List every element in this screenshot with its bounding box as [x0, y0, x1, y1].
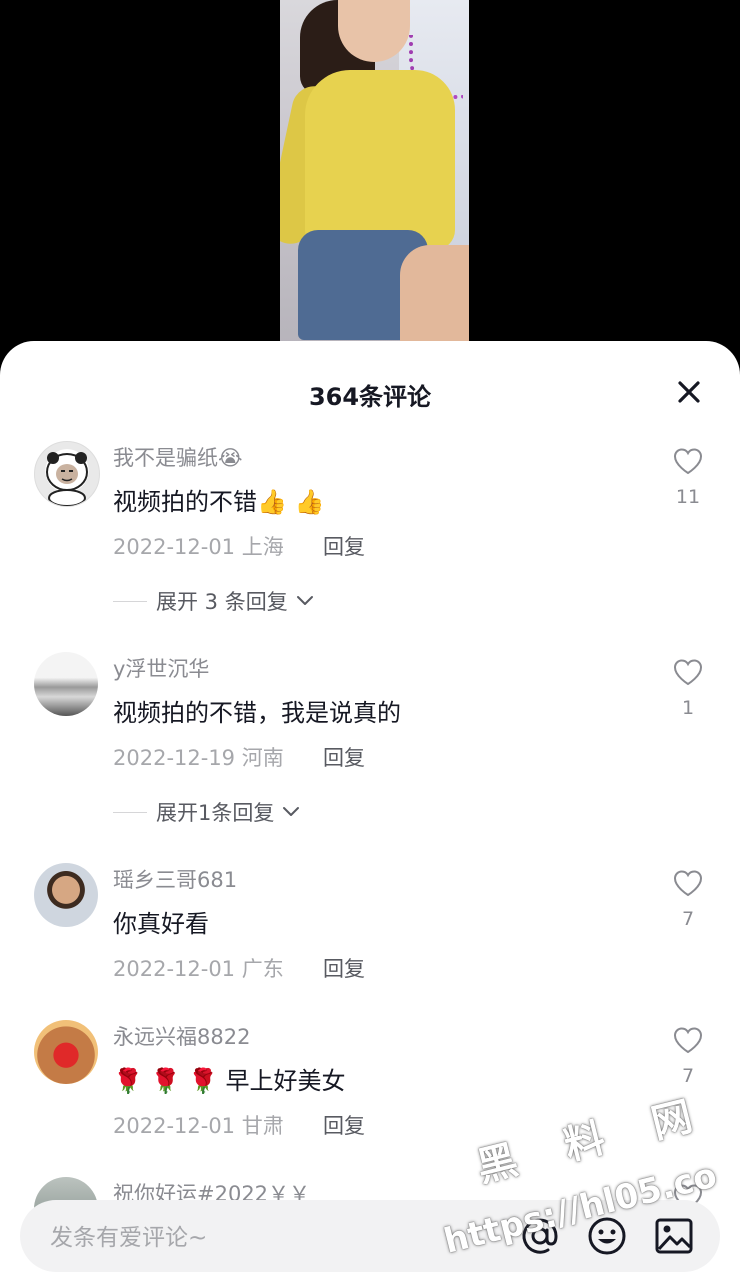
comment-date-location: 2022-12-01 上海 [113, 535, 284, 559]
comment-item: 永远兴福8822 🌹 🌹 🌹 早上好美女 2022-12-01 甘肃 回复 7 [0, 1015, 740, 1172]
like-button[interactable]: 11 [672, 446, 704, 508]
image-button[interactable] [654, 1216, 694, 1256]
comment-username[interactable]: 永远兴福8822 [113, 1021, 250, 1051]
comment-text: 视频拍的不错，我是说真的 [113, 699, 401, 727]
reply-button[interactable]: 回复 [323, 1110, 365, 1140]
expand-replies-label: 展开 3 条回复 [156, 590, 288, 614]
avatar[interactable] [34, 1020, 98, 1084]
expand-replies-button[interactable]: 展开 3 条回复 [113, 586, 314, 616]
video-figure-torso [305, 70, 455, 250]
like-count: 11 [675, 486, 701, 508]
comment-sheet-header: 364条评论 [0, 341, 740, 441]
comment-text-body: 早上好美女 [225, 1067, 346, 1095]
comment-username[interactable]: y浮世沉华 [113, 653, 209, 683]
heart-icon [673, 659, 703, 686]
comment-item: 我不是骗纸😭 视频拍的不错👍 👍 2022-12-01 上海 回复 展开 3 条… [0, 436, 740, 647]
avatar[interactable] [34, 863, 98, 927]
comment-count-title: 364条评论 [308, 383, 432, 411]
reply-button[interactable]: 回复 [323, 953, 365, 983]
comment-date-location: 2022-12-01 甘肃 [113, 1114, 284, 1138]
video-player[interactable] [280, 0, 469, 345]
comment-date-location: 2022-12-01 广东 [113, 957, 284, 981]
chevron-down-icon [296, 596, 313, 605]
heart-icon [673, 870, 703, 897]
expand-replies-button[interactable]: 展开1条回复 [113, 797, 300, 827]
emoji-icon [588, 1217, 626, 1255]
like-count: 1 [681, 697, 695, 719]
comment-item: y浮世沉华 视频拍的不错，我是说真的 2022-12-19 河南 回复 展开1条… [0, 647, 740, 858]
like-button[interactable]: 7 [672, 1025, 704, 1087]
comment-input[interactable] [48, 1220, 432, 1256]
image-icon [655, 1218, 693, 1254]
comment-list[interactable]: 我不是骗纸😭 视频拍的不错👍 👍 2022-12-01 上海 回复 展开 3 条… [0, 436, 740, 1280]
reply-button[interactable]: 回复 [323, 531, 365, 561]
like-count: 7 [681, 908, 695, 930]
comment-input-bar [20, 1200, 720, 1272]
close-icon [678, 381, 700, 403]
like-count: 7 [681, 1065, 695, 1087]
like-button[interactable]: 1 [672, 657, 704, 719]
meme-face-avatar-icon [46, 452, 88, 506]
video-figure-leg [400, 245, 469, 345]
comment-date-location: 2022-12-19 河南 [113, 746, 284, 770]
heart-icon [673, 448, 703, 475]
comment-text: 🌹 🌹 🌹 早上好美女 [113, 1061, 346, 1096]
comment-text: 你真好看 [113, 910, 209, 938]
expand-divider [113, 600, 147, 602]
chevron-down-icon [283, 807, 300, 816]
emoji-button[interactable] [587, 1216, 627, 1256]
reply-button[interactable]: 回复 [323, 742, 365, 772]
at-icon [522, 1218, 558, 1254]
comment-sheet: 364条评论 我不是骗纸😭 视频拍的不错👍 👍 2022-12-01 上海 回复… [0, 341, 740, 1280]
comment-username[interactable]: 我不是骗纸😭 [113, 442, 243, 472]
rose-emoji-group: 🌹 🌹 🌹 [113, 1067, 218, 1095]
mention-button[interactable] [520, 1216, 560, 1256]
comment-text: 视频拍的不错👍 👍 [113, 488, 325, 516]
comment-item: 瑶乡三哥681 你真好看 2022-12-01 广东 回复 7 [0, 858, 740, 1015]
avatar[interactable] [34, 441, 100, 507]
expand-replies-label: 展开1条回复 [156, 801, 275, 825]
avatar[interactable] [34, 652, 98, 716]
comment-username[interactable]: 瑶乡三哥681 [113, 864, 237, 894]
video-page: 364条评论 我不是骗纸😭 视频拍的不错👍 👍 2022-12-01 上海 回复… [0, 0, 740, 1280]
close-button[interactable] [676, 379, 702, 405]
like-button[interactable]: 7 [672, 868, 704, 930]
heart-icon [673, 1027, 703, 1054]
expand-divider [113, 811, 147, 813]
